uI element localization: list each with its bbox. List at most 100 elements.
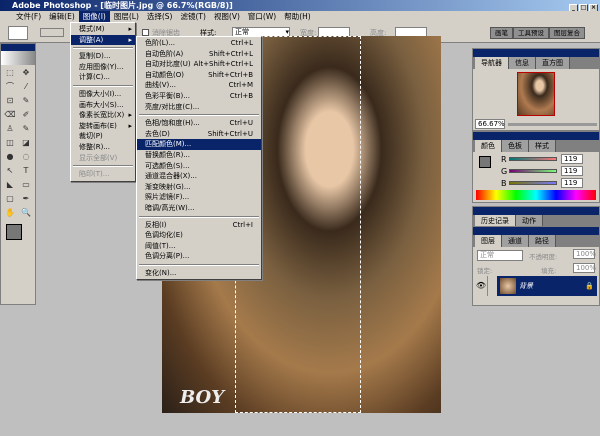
menu-item[interactable]: 模式(M) ▸ bbox=[71, 24, 135, 35]
navigator-thumbnail[interactable] bbox=[517, 72, 555, 116]
menu-0[interactable]: 文件(F) bbox=[12, 11, 45, 23]
zoom-tool-icon[interactable]: 🔍 bbox=[19, 207, 33, 219]
shape-tool-icon[interactable]: ▭ bbox=[19, 179, 33, 191]
palette-tab-tool-presets[interactable]: 工具预设 bbox=[513, 27, 549, 39]
palette-tab-layer-comps[interactable]: 图层复合 bbox=[549, 27, 585, 39]
menu-item[interactable]: 色调均化(E) bbox=[137, 230, 261, 241]
g-value[interactable]: 119 bbox=[561, 166, 583, 176]
g-slider[interactable] bbox=[509, 169, 557, 173]
layer-name: 背景 bbox=[519, 282, 533, 290]
menu-item[interactable]: 反相(I) Ctrl+I bbox=[137, 220, 261, 231]
menu-item[interactable]: 替换颜色(R)... bbox=[137, 150, 261, 161]
menu-item[interactable]: 自动对比度(U) Alt+Shift+Ctrl+L bbox=[137, 59, 261, 70]
blur-tool-icon[interactable]: ● bbox=[3, 151, 17, 163]
menu-item[interactable]: 照片滤镜(F)... bbox=[137, 192, 261, 203]
magic-wand-tool-icon[interactable]: ⁄ bbox=[19, 81, 33, 93]
menu-item[interactable]: 自动色阶(A) Shift+Ctrl+L bbox=[137, 49, 261, 60]
menu-item[interactable]: 可选颜色(S)... bbox=[137, 161, 261, 172]
menu-5[interactable]: 滤镜(T) bbox=[177, 11, 210, 23]
brush-tool-icon[interactable]: ✐ bbox=[19, 109, 33, 121]
opacity-field[interactable]: 100% bbox=[573, 249, 596, 259]
tab-layers[interactable]: 图层 bbox=[475, 235, 502, 247]
path-select-tool-icon[interactable]: ↖ bbox=[3, 165, 17, 177]
menu-8[interactable]: 帮助(H) bbox=[280, 11, 315, 23]
brush-link-icon[interactable] bbox=[487, 276, 497, 296]
b-slider[interactable] bbox=[509, 181, 557, 185]
layer-row-background[interactable]: 👁 背景 🔒 bbox=[475, 276, 597, 296]
menu-item[interactable]: 曲线(V)... Ctrl+M bbox=[137, 80, 261, 91]
crop-tool-icon[interactable]: ⊡ bbox=[3, 95, 17, 107]
tab-histogram[interactable]: 直方图 bbox=[536, 57, 570, 69]
menu-item[interactable]: 画布大小(S)... bbox=[71, 100, 135, 111]
zoom-slider[interactable] bbox=[508, 122, 597, 126]
menu-item[interactable]: 变化(N)... bbox=[137, 268, 261, 279]
menu-item[interactable]: 暗调/高光(W)... bbox=[137, 203, 261, 214]
type-tool-icon[interactable]: T bbox=[19, 165, 33, 177]
hand-tool-icon[interactable]: ✋ bbox=[3, 207, 17, 219]
menu-item[interactable]: 图像大小(I)... bbox=[71, 89, 135, 100]
menu-item[interactable]: 计算(C)... bbox=[71, 72, 135, 83]
zoom-level-field[interactable]: 66.67% bbox=[475, 119, 505, 129]
r-slider[interactable] bbox=[509, 157, 557, 161]
menu-item[interactable]: 修整(R)... bbox=[71, 142, 135, 153]
healing-tool-icon[interactable]: ⌫ bbox=[3, 109, 17, 121]
menu-item[interactable]: 去色(D) Shift+Ctrl+U bbox=[137, 129, 261, 140]
stamp-tool-icon[interactable]: ♙ bbox=[3, 123, 17, 135]
history-brush-tool-icon[interactable]: ✎ bbox=[19, 123, 33, 135]
layer-thumbnail bbox=[500, 278, 516, 294]
menu-item[interactable]: 通道混合器(X)... bbox=[137, 171, 261, 182]
tab-channels[interactable]: 通道 bbox=[502, 235, 529, 247]
eraser-tool-icon[interactable]: ◫ bbox=[3, 137, 17, 149]
tool-preset-picker[interactable] bbox=[8, 26, 28, 40]
menu-item[interactable]: 陷印(T)... bbox=[71, 169, 135, 180]
foreground-color-swatch[interactable] bbox=[6, 224, 22, 240]
antialias-checkbox[interactable] bbox=[142, 29, 149, 36]
color-ramp[interactable] bbox=[476, 190, 596, 200]
selection-mode-buttons[interactable] bbox=[40, 28, 64, 37]
menu-item[interactable]: 匹配颜色(M)... bbox=[137, 139, 261, 150]
menu-item[interactable]: 旋转画布(E) ▸ bbox=[71, 121, 135, 132]
menu-item[interactable]: 像素长宽比(X) ▸ bbox=[71, 110, 135, 121]
menu-item[interactable]: 复制(D)... bbox=[71, 51, 135, 62]
slice-tool-icon[interactable]: ✎ bbox=[19, 95, 33, 107]
notes-tool-icon[interactable]: ▢ bbox=[3, 193, 17, 205]
tab-navigator[interactable]: 导航器 bbox=[475, 57, 509, 69]
menu-item[interactable]: 亮度/对比度(C)... bbox=[137, 102, 261, 113]
menu-item[interactable]: 色阶(L)... Ctrl+L bbox=[137, 38, 261, 49]
blend-mode-select[interactable]: 正常 bbox=[477, 250, 523, 261]
pen-tool-icon[interactable]: ◣ bbox=[3, 179, 17, 191]
menu-item[interactable]: 显示全部(V) bbox=[71, 153, 135, 164]
menu-6[interactable]: 视图(V) bbox=[210, 11, 244, 23]
menu-shortcut: Shift+Ctrl+B bbox=[208, 70, 253, 79]
menu-item[interactable]: 色彩平衡(B)... Ctrl+B bbox=[137, 91, 261, 102]
fill-field[interactable]: 100% bbox=[573, 263, 596, 273]
menu-7[interactable]: 窗口(W) bbox=[244, 11, 280, 23]
lasso-tool-icon[interactable]: ⌒ bbox=[3, 81, 17, 93]
b-value[interactable]: 119 bbox=[561, 178, 583, 188]
eyedropper-tool-icon[interactable]: ✒ bbox=[19, 193, 33, 205]
menu-item[interactable]: 应用图像(Y)... bbox=[71, 62, 135, 73]
menu-item[interactable]: 色调分离(P)... bbox=[137, 251, 261, 262]
eye-icon[interactable]: 👁 bbox=[475, 276, 487, 296]
tab-info[interactable]: 信息 bbox=[509, 57, 536, 69]
menu-item[interactable]: 自动颜色(O) Shift+Ctrl+B bbox=[137, 70, 261, 81]
menu-item[interactable]: 裁切(P) bbox=[71, 131, 135, 142]
r-value[interactable]: 119 bbox=[561, 154, 583, 164]
tab-paths[interactable]: 路径 bbox=[529, 235, 556, 247]
move-tool-icon[interactable]: ✥ bbox=[19, 67, 33, 79]
tab-color[interactable]: 颜色 bbox=[475, 140, 502, 152]
color-foreground-swatch[interactable] bbox=[479, 156, 491, 168]
tab-styles[interactable]: 样式 bbox=[529, 140, 556, 152]
palette-tab-brushes[interactable]: 画笔 bbox=[490, 27, 513, 39]
marquee-tool-icon[interactable]: ⬚ bbox=[3, 67, 17, 79]
menu-item[interactable]: 渐变映射(G)... bbox=[137, 182, 261, 193]
gradient-tool-icon[interactable]: ◪ bbox=[19, 137, 33, 149]
menu-separator bbox=[139, 215, 259, 218]
menu-shortcut: Ctrl+L bbox=[230, 39, 253, 47]
menu-item[interactable]: 调整(A) ▸ bbox=[71, 34, 135, 46]
menu-4[interactable]: 选择(S) bbox=[143, 11, 177, 23]
dodge-tool-icon[interactable]: ◌ bbox=[19, 151, 33, 163]
menu-item[interactable]: 色相/饱和度(H)... Ctrl+U bbox=[137, 118, 261, 129]
menu-item[interactable]: 阈值(T)... bbox=[137, 241, 261, 252]
tab-swatches[interactable]: 色板 bbox=[502, 140, 529, 152]
